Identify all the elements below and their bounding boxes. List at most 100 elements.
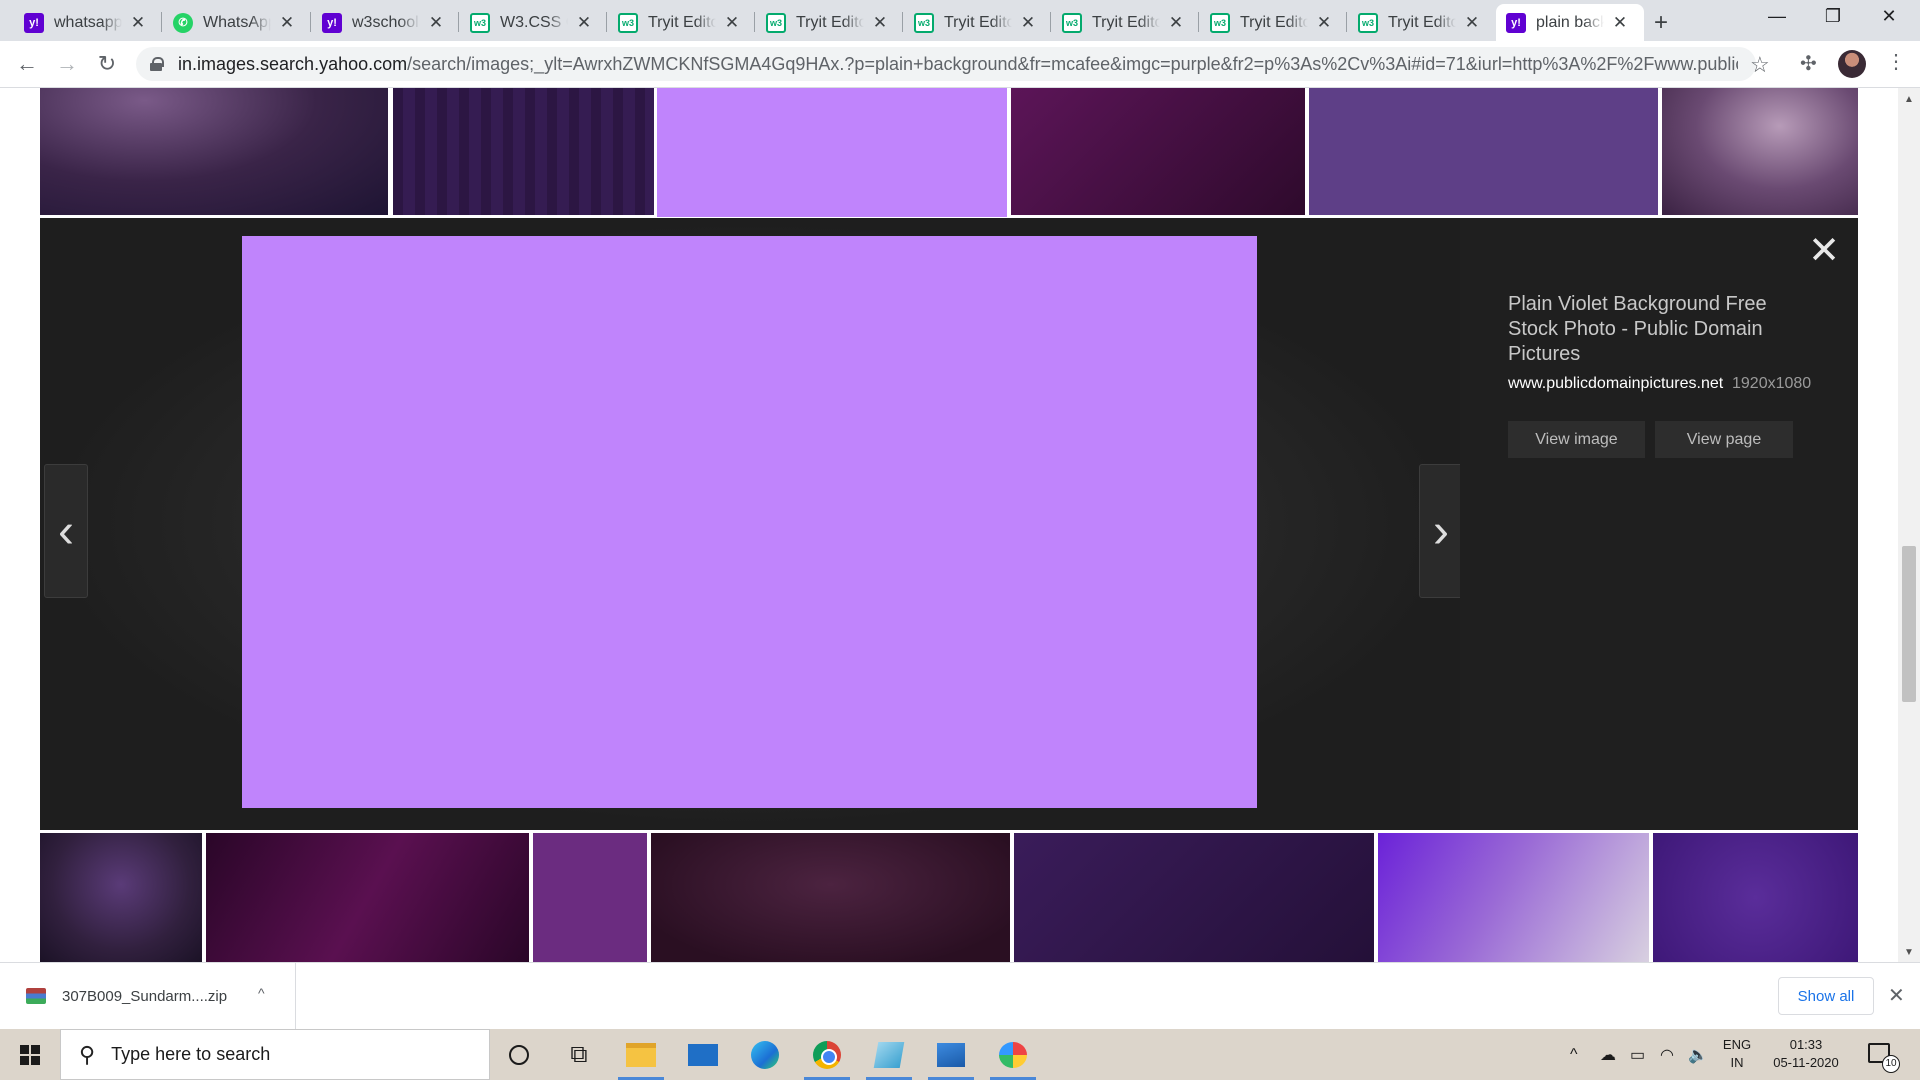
back-button[interactable]: ← [12, 49, 42, 79]
thumbnail-image[interactable] [40, 833, 202, 962]
new-tab-button[interactable]: + [1654, 9, 1668, 37]
tab-close-icon[interactable]: ✕ [872, 13, 888, 33]
address-bar[interactable]: in.images.search.yahoo.com/search/images… [136, 47, 1756, 81]
tab-whatsapp-search[interactable]: y! whatsapp ✕ [14, 4, 156, 41]
tab-tryit-6[interactable]: w3 Tryit Editor ✕ [1348, 4, 1490, 41]
notification-count-badge: 10 [1882, 1055, 1900, 1073]
tab-tryit-5[interactable]: w3 Tryit Editor ✕ [1200, 4, 1342, 41]
thumbnail-image[interactable] [393, 88, 654, 215]
thumbnail-image[interactable] [1653, 833, 1858, 962]
search-placeholder: Type here to search [111, 1044, 271, 1064]
thumbnail-image[interactable] [1014, 833, 1374, 962]
edge-button[interactable] [736, 1029, 794, 1080]
browser-toolbar: ← → ↻ in.images.search.yahoo.com/search/… [0, 41, 1920, 88]
tab-close-icon[interactable]: ✕ [1464, 13, 1480, 33]
thumbnail-image[interactable] [533, 833, 647, 962]
tab-strip: y! whatsapp ✕ ✆ WhatsApp ✕ y! w3schools … [0, 0, 1920, 41]
tab-label: W3.CSS Co [500, 13, 568, 31]
view-image-button[interactable]: View image [1508, 421, 1645, 458]
thumbnail-image[interactable] [40, 88, 388, 215]
close-preview-icon[interactable]: ✕ [1808, 232, 1840, 270]
tab-label: Tryit Editor [1388, 13, 1456, 31]
notepad-button[interactable] [860, 1029, 918, 1080]
image-source-link[interactable]: www.publicdomainpictures.net [1508, 375, 1723, 393]
taskbar-search-box[interactable]: ⚲ Type here to search [60, 1029, 490, 1080]
tab-close-icon[interactable]: ✕ [1168, 13, 1184, 33]
next-image-button[interactable]: › [1419, 464, 1463, 598]
tab-close-icon[interactable]: ✕ [279, 13, 295, 33]
w3schools-favicon-icon: w3 [1358, 12, 1378, 33]
download-item[interactable]: 307B009_Sundarm....zip ^ [0, 963, 296, 1029]
scroll-thumb[interactable] [1902, 546, 1916, 702]
battery-icon[interactable]: ▭ [1630, 1029, 1645, 1080]
tab-plain-background[interactable]: y! plain back ✕ [1496, 4, 1644, 41]
file-explorer-button[interactable] [612, 1029, 670, 1080]
thumbnail-image[interactable] [1378, 833, 1649, 962]
preview-image[interactable] [242, 236, 1257, 808]
thumbnail-image[interactable] [651, 833, 1010, 962]
tab-tryit-2[interactable]: w3 Tryit Editor ✕ [756, 4, 898, 41]
thumbnail-image-selected[interactable] [654, 88, 1010, 220]
tab-label: Tryit Editor [1092, 13, 1160, 31]
url-path: /search/images;_ylt=AwrxhZWMCKNfSGMA4Gq9… [407, 53, 1738, 74]
tab-separator [310, 12, 311, 32]
tab-close-icon[interactable]: ✕ [428, 13, 444, 33]
url-text[interactable]: in.images.search.yahoo.com/search/images… [178, 54, 1738, 75]
volume-icon[interactable]: 🔈 [1688, 1029, 1708, 1080]
yahoo-favicon-icon: y! [1506, 12, 1526, 33]
paint-button[interactable] [984, 1029, 1042, 1080]
mail-button[interactable] [674, 1029, 732, 1080]
onedrive-cloud-icon[interactable]: ☁ [1600, 1029, 1616, 1080]
search-icon: ⚲ [79, 1041, 96, 1067]
system-clock[interactable]: 01:33 05-11-2020 [1764, 1036, 1848, 1072]
previous-image-button[interactable]: ‹ [44, 464, 88, 598]
folder-icon [626, 1042, 656, 1067]
wifi-icon[interactable]: ◠ [1660, 1029, 1674, 1080]
yahoo-favicon-icon: y! [24, 12, 44, 33]
task-view-button[interactable]: ⧉ [550, 1029, 608, 1080]
lock-icon[interactable] [150, 57, 164, 71]
extensions-puzzle-icon[interactable]: ✣ [1800, 51, 1817, 76]
view-page-button[interactable]: View page [1655, 421, 1793, 458]
tab-close-icon[interactable]: ✕ [1612, 13, 1628, 33]
thumbnail-image[interactable] [206, 833, 529, 962]
maximize-button[interactable]: ❐ [1810, 6, 1856, 27]
tab-close-icon[interactable]: ✕ [130, 13, 146, 33]
chrome-button[interactable] [798, 1029, 856, 1080]
photos-button[interactable] [922, 1029, 980, 1080]
thumbnail-image[interactable] [1309, 88, 1658, 215]
reload-button[interactable]: ↻ [92, 49, 122, 79]
w3schools-favicon-icon: w3 [1210, 12, 1230, 33]
tab-tryit-4[interactable]: w3 Tryit Editor ✕ [1052, 4, 1194, 41]
tab-w3css[interactable]: w3 W3.CSS Co ✕ [460, 4, 602, 41]
tab-tryit-1[interactable]: w3 Tryit Editor ✕ [608, 4, 750, 41]
thumbnail-image[interactable] [1662, 88, 1858, 215]
download-options-chevron-icon[interactable]: ^ [258, 985, 265, 1001]
close-download-shelf-icon[interactable]: ✕ [1888, 983, 1905, 1008]
tab-label: w3schools [352, 13, 420, 31]
tab-close-icon[interactable]: ✕ [1316, 13, 1332, 33]
scroll-up-arrow-icon[interactable]: ▲ [1904, 94, 1914, 105]
show-all-downloads-button[interactable]: Show all [1778, 977, 1874, 1015]
profile-avatar[interactable] [1838, 50, 1866, 78]
tab-tryit-3[interactable]: w3 Tryit Editor ✕ [904, 4, 1046, 41]
tab-close-icon[interactable]: ✕ [724, 13, 740, 33]
page-scrollbar[interactable]: ▲ ▼ [1898, 88, 1920, 962]
tab-whatsapp[interactable]: ✆ WhatsApp ✕ [163, 4, 305, 41]
tab-close-icon[interactable]: ✕ [576, 13, 592, 33]
image-title[interactable]: Plain Violet Background Free Stock Photo… [1508, 292, 1808, 367]
start-button[interactable] [0, 1029, 60, 1080]
cortana-button[interactable] [490, 1029, 548, 1080]
scroll-down-arrow-icon[interactable]: ▼ [1904, 947, 1914, 958]
bookmark-star-icon[interactable]: ☆ [1750, 52, 1770, 78]
tab-close-icon[interactable]: ✕ [1020, 13, 1036, 33]
show-hidden-icons-chevron-icon[interactable]: ^ [1570, 1029, 1578, 1080]
close-window-button[interactable]: ✕ [1866, 6, 1912, 27]
download-file-name[interactable]: 307B009_Sundarm....zip [62, 988, 227, 1005]
thumbnail-image[interactable] [1011, 88, 1305, 215]
forward-button[interactable]: → [52, 49, 82, 79]
browser-menu-icon[interactable]: ⋮ [1886, 49, 1906, 74]
tab-w3schools-search[interactable]: y! w3schools ✕ [312, 4, 454, 41]
minimize-button[interactable]: — [1754, 6, 1800, 27]
input-language-indicator[interactable]: ENG IN [1720, 1036, 1754, 1072]
